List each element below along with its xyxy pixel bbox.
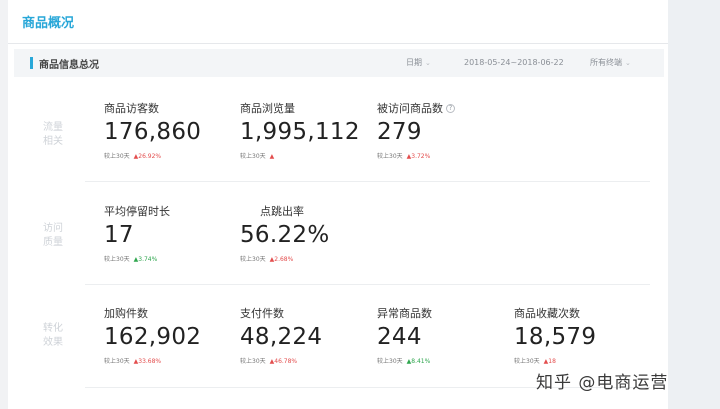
compare-label: 较上30天 [377,153,403,160]
metric-change: ▲2.68% [269,256,294,263]
metric-value: 18,579 [514,324,597,350]
metric-avg-stay: 平均停留时长 17 较上30天 ▲3.74% [104,203,170,263]
terminal-dropdown-label: 所有终端 [590,58,622,67]
chevron-down-icon: ⌄ [625,59,631,67]
compare-label: 较上30天 [240,358,266,365]
date-range-picker[interactable]: 2018-05-24~2018-06-22 [464,49,564,77]
compare-label: 较上30天 [104,358,130,365]
metric-label: 商品浏览量 [240,102,295,115]
metric-abnormal-items: 异常商品数 244 较上30天 ▲8.41% [377,305,432,365]
metric-label: 被访问商品数 [377,102,443,115]
metric-label: 异常商品数 [377,307,432,320]
metric-compare: 较上30天 ▲46.78% [240,356,322,365]
metric-value: 56.22% [240,222,330,248]
metric-label: 点跳出率 [260,205,304,218]
row-divider [85,284,650,285]
metric-compare: 较上30天 ▲18 [514,356,596,365]
metric-change: ▲46.78% [269,358,298,365]
compare-label: 较上30天 [240,256,266,263]
metric-label: 加购件数 [104,307,148,320]
metric-change: ▲8.41% [406,358,431,365]
metric-compare: 较上30天 ▲8.41% [377,356,432,365]
metric-views: 商品浏览量 1,995,112 较上30天 ▲ [240,100,360,160]
metric-compare: 较上30天 ▲2.68% [240,254,330,263]
metric-value: 162,902 [104,324,202,350]
metric-value: 17 [104,222,134,248]
page-title: 商品概况 [22,16,75,31]
metric-value: 48,224 [240,324,323,350]
date-range-value: 2018-05-24~2018-06-22 [464,58,564,67]
metric-compare: 较上30天 ▲26.92% [104,151,201,160]
date-dropdown-label: 日期 [406,58,422,67]
compare-label: 较上30天 [377,358,403,365]
section-header: 商品信息总况 日期 ⌄ 2018-05-24~2018-06-22 所有终端 ⌄ [14,49,664,77]
compare-label: 较上30天 [104,153,130,160]
metric-value: 1,995,112 [240,119,360,145]
metric-visitors: 商品访客数 176,860 较上30天 ▲26.92% [104,100,201,160]
metric-change: ▲ [269,153,275,160]
metric-bounce-rate: 点跳出率 56.22% 较上30天 ▲2.68% [240,203,330,263]
chevron-down-icon: ⌄ [425,59,431,67]
metric-compare: 较上30天 ▲ [240,151,360,160]
metric-change: ▲26.92% [133,153,162,160]
metric-change: ▲18 [543,358,556,365]
metric-value: 176,860 [104,119,202,145]
metric-change: ▲33.68% [133,358,162,365]
metric-favorites: 商品收藏次数 18,579 较上30天 ▲18 [514,305,596,365]
category-traffic-label: 流量 相关 [43,122,63,147]
category-visit-label: 访问 质量 [43,223,63,248]
date-dropdown[interactable]: 日期 ⌄ [406,49,431,77]
metric-visited-items: 被访问商品数? 279 较上30天 ▲3.72% [377,100,455,160]
right-panel-strip [668,0,720,409]
watermark: 知乎 @电商运营 [536,373,669,393]
help-icon[interactable]: ? [446,103,455,113]
metric-label-row: 被访问商品数? [377,100,455,116]
category-visit: 访问 质量 [34,222,72,250]
compare-label: 较上30天 [240,153,266,160]
metric-value: 244 [377,324,422,350]
category-conversion-label: 转化 效果 [43,323,63,348]
metric-cart-items: 加购件数 162,902 较上30天 ▲33.68% [104,305,201,365]
metric-label: 平均停留时长 [104,205,170,218]
compare-label: 较上30天 [514,358,540,365]
metric-change: ▲3.72% [406,153,431,160]
terminal-dropdown[interactable]: 所有终端 ⌄ [590,49,631,77]
section-accent-bar [30,57,33,69]
compare-label: 较上30天 [104,256,130,263]
category-conversion: 转化 效果 [34,322,72,350]
metric-compare: 较上30天 ▲3.72% [377,151,455,160]
metric-compare: 较上30天 ▲3.74% [104,254,170,263]
metric-label: 支付件数 [240,307,284,320]
category-traffic: 流量 相关 [34,121,72,149]
metric-compare: 较上30天 ▲33.68% [104,356,201,365]
metric-value: 279 [377,119,422,145]
title-divider [8,43,668,44]
metric-paid-items: 支付件数 48,224 较上30天 ▲46.78% [240,305,322,365]
page: 商品概况 商品信息总况 日期 ⌄ 2018-05-24~2018-06-22 所有… [0,0,720,409]
metric-label: 商品访客数 [104,102,159,115]
section-title: 商品信息总况 [39,59,99,71]
metric-change: ▲3.74% [133,256,158,263]
row-divider [85,181,650,182]
metric-label: 商品收藏次数 [514,307,580,320]
